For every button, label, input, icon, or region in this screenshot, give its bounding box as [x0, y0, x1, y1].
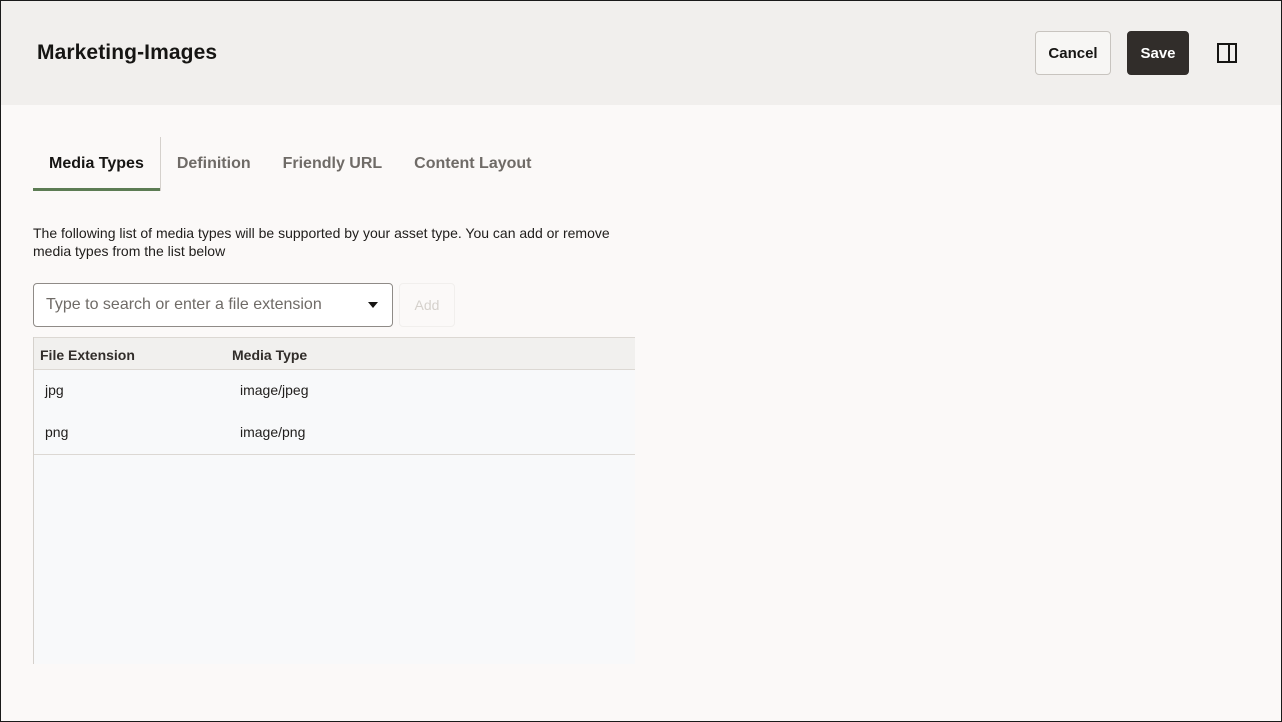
- add-button[interactable]: Add: [399, 283, 455, 327]
- save-button[interactable]: Save: [1127, 31, 1189, 75]
- column-header-file-extension[interactable]: File Extension: [40, 347, 135, 363]
- tab-friendly-url[interactable]: Friendly URL: [267, 137, 399, 191]
- cell-media-type: image/png: [240, 424, 306, 440]
- page-header: Marketing-Images Cancel Save: [1, 1, 1281, 105]
- media-types-table: File Extension Media Type jpg image/jpeg…: [33, 337, 635, 664]
- media-type-search-input[interactable]: [46, 284, 346, 326]
- cell-media-type: image/jpeg: [240, 382, 309, 398]
- tab-definition[interactable]: Definition: [161, 137, 267, 191]
- page-title: Marketing-Images: [37, 41, 218, 64]
- app-window: Marketing-Images Cancel Save Media Types…: [0, 0, 1282, 722]
- cancel-button[interactable]: Cancel: [1035, 31, 1111, 75]
- cell-file-extension: jpg: [45, 382, 64, 398]
- cell-file-extension: png: [45, 424, 69, 440]
- media-types-description: The following list of media types will b…: [33, 225, 610, 259]
- tab-bar: Media Types Definition Friendly URL Cont…: [33, 137, 548, 191]
- caret-down-icon[interactable]: [368, 302, 378, 308]
- tab-content-layout[interactable]: Content Layout: [398, 137, 547, 191]
- table-body: jpg image/jpeg png image/png: [34, 370, 635, 455]
- column-header-media-type[interactable]: Media Type: [232, 347, 307, 363]
- table-row[interactable]: png image/png: [34, 412, 635, 454]
- table-row[interactable]: jpg image/jpeg: [34, 370, 635, 412]
- tab-media-types[interactable]: Media Types: [33, 137, 161, 191]
- table-header: File Extension Media Type: [34, 337, 635, 370]
- panel-right-icon[interactable]: [1215, 41, 1239, 65]
- media-type-combobox[interactable]: [33, 283, 393, 327]
